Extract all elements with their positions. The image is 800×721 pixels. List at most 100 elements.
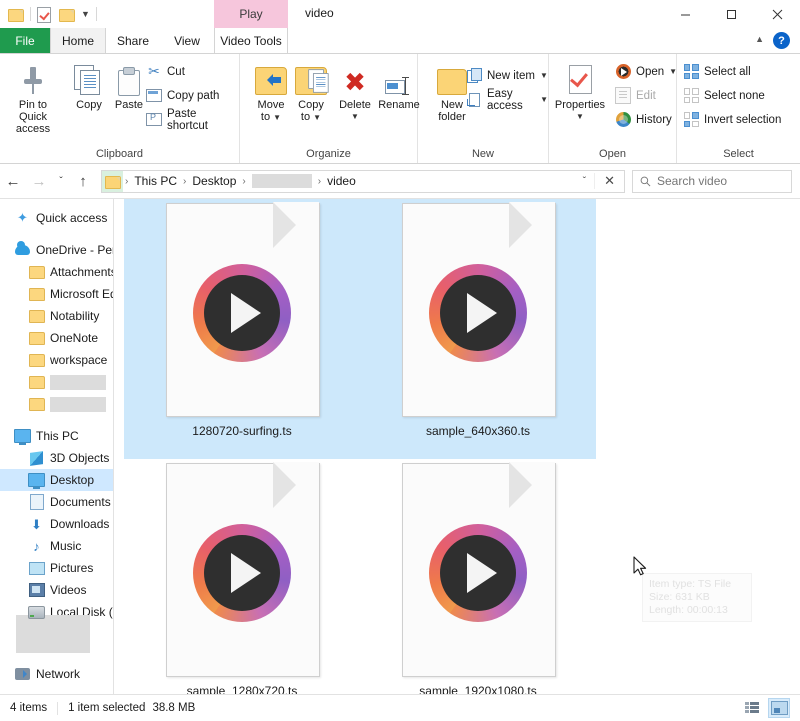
details-view-button[interactable]	[742, 698, 762, 716]
quick-access-toolbar: ▼	[8, 4, 97, 24]
tab-video-tools[interactable]: Video Tools	[214, 28, 288, 53]
new-item-button[interactable]: New item ▼	[466, 66, 548, 85]
paste-shortcut-icon	[146, 112, 162, 128]
sidebar-item-microsoft-edge[interactable]: Microsoft Ed	[0, 283, 113, 305]
open-caret-icon: ▼	[669, 67, 678, 76]
local-disk-icon	[28, 604, 45, 620]
file-item-sample-1280x720[interactable]: sample_1280x720.ts	[124, 459, 360, 717]
breadcrumb-desktop[interactable]: Desktop	[188, 171, 240, 192]
breadcrumb-separator-1: ›	[183, 175, 187, 187]
nav-spacer-1	[0, 229, 113, 239]
sidebar-label-3d-objects: 3D Objects	[50, 451, 110, 465]
easy-access-button[interactable]: Easy access ▼	[466, 87, 548, 112]
sidebar-item-this-pc[interactable]: This PC	[0, 425, 113, 447]
sidebar-item-music[interactable]: ♪ Music	[0, 535, 113, 557]
sidebar-item-redacted-2[interactable]	[0, 393, 113, 415]
tab-file[interactable]: File	[0, 28, 50, 53]
sidebar-item-workspace[interactable]: workspace	[0, 349, 113, 371]
breadcrumb-redacted[interactable]	[248, 171, 316, 192]
folder-icon	[28, 286, 45, 302]
properties-button[interactable]: Properties ▼	[551, 59, 609, 123]
properties-icon[interactable]	[37, 6, 53, 23]
new-folder-icon[interactable]	[59, 6, 75, 22]
sidebar-label-onenote: OneNote	[50, 331, 99, 345]
sidebar-item-network[interactable]: Network	[0, 663, 113, 685]
file-name: sample_640x360.ts	[425, 424, 531, 438]
easy-access-label: Easy access	[487, 87, 523, 112]
sidebar-item-pictures[interactable]: Pictures	[0, 557, 113, 579]
tab-share[interactable]: Share	[106, 28, 160, 53]
forward-button[interactable]: →	[26, 169, 52, 193]
history-button[interactable]: History	[615, 110, 672, 129]
maximize-button[interactable]	[708, 0, 754, 28]
sidebar-item-downloads[interactable]: ⬇ Downloads	[0, 513, 113, 535]
select-all-button[interactable]: Select all	[683, 62, 751, 81]
edit-button[interactable]: Edit	[615, 86, 656, 105]
up-button[interactable]: ↑	[70, 169, 96, 193]
select-none-button[interactable]: Select none	[683, 86, 765, 105]
sidebar-item-onenote[interactable]: OneNote	[0, 327, 113, 349]
sidebar-item-desktop[interactable]: Desktop	[0, 469, 113, 491]
sidebar-item-documents[interactable]: Documents	[0, 491, 113, 513]
breadcrumb-separator-3: ›	[317, 175, 322, 187]
search-input[interactable]: Search video	[632, 169, 792, 193]
breadcrumb[interactable]: › This PC › Desktop › › video ˇ ✕	[101, 169, 625, 193]
tab-video-tools-label: Video Tools	[220, 33, 282, 48]
sidebar-item-redacted-1[interactable]	[0, 371, 113, 393]
redacted-label	[50, 374, 106, 390]
copy-path-icon	[146, 88, 162, 104]
sidebar-item-3d-objects[interactable]: 3D Objects	[0, 447, 113, 469]
paste-shortcut-button[interactable]: Paste shortcut	[146, 108, 239, 132]
edit-icon	[615, 87, 631, 104]
contextual-tab-group-header: Play	[214, 0, 288, 28]
sidebar-item-attachments[interactable]: Attachments	[0, 261, 113, 283]
minimize-button[interactable]	[662, 0, 708, 28]
large-icons-view-button[interactable]	[768, 698, 790, 718]
sidebar-item-notability[interactable]: Notability	[0, 305, 113, 327]
easy-access-icon	[466, 92, 482, 108]
ribbon-group-open: Properties ▼ Open ▼ Edit History Open	[549, 54, 677, 163]
network-icon	[14, 666, 31, 682]
select-none-icon	[683, 88, 699, 104]
media-file-icon	[166, 462, 320, 677]
tab-view-label: View	[174, 33, 200, 48]
close-button[interactable]	[754, 0, 800, 28]
play-icon	[193, 524, 291, 623]
help-button[interactable]: ?	[773, 32, 790, 49]
file-item-sample-640x360[interactable]: sample_640x360.ts	[360, 199, 596, 459]
navigation-pane: ✦ Quick access OneDrive - Per Attachment…	[0, 199, 114, 717]
cloud-icon	[14, 241, 31, 258]
sidebar-item-quick-access[interactable]: ✦ Quick access	[0, 207, 113, 229]
group-label-open: Open	[599, 148, 626, 160]
pin-to-quick-access-button[interactable]: Pin to Quick access	[6, 59, 60, 135]
back-button[interactable]: ←	[0, 169, 26, 193]
window-controls	[662, 0, 800, 28]
invert-selection-button[interactable]: Invert selection	[683, 110, 781, 129]
tab-home[interactable]: Home	[50, 28, 106, 53]
cut-button[interactable]: ✂ Cut	[146, 62, 185, 81]
copy-path-button[interactable]: Copy path	[146, 86, 219, 105]
file-list-pane[interactable]: 1280720-surfing.ts sample_640x360.ts sam…	[114, 199, 800, 717]
sidebar-item-videos[interactable]: Videos	[0, 579, 113, 601]
sidebar-item-onedrive[interactable]: OneDrive - Per	[0, 239, 113, 261]
sidebar-label-music: Music	[50, 539, 82, 553]
stop-refresh-icon[interactable]: ✕	[594, 173, 624, 189]
customize-dropdown-icon[interactable]: ▼	[81, 9, 90, 19]
sidebar-label-microsoft-edge: Microsoft Ed	[50, 287, 114, 301]
new-folder-label-2: folder	[438, 111, 466, 123]
tab-view[interactable]: View	[160, 28, 214, 53]
breadcrumb-this-pc[interactable]: This PC	[130, 171, 181, 192]
file-item-1280720-surfing[interactable]: 1280720-surfing.ts	[124, 199, 360, 459]
chevron-down-icon[interactable]: ˇ	[575, 176, 594, 187]
title-bar: ▼ Play video	[0, 0, 800, 28]
sidebar-item-redacted-3[interactable]	[0, 615, 113, 653]
recent-locations-icon[interactable]: ˇ	[52, 169, 70, 193]
breadcrumb-separator-0: ›	[125, 175, 129, 187]
file-item-sample-1920x1080[interactable]: sample_1920x1080.ts	[360, 459, 596, 717]
file-grid: 1280720-surfing.ts sample_640x360.ts sam…	[124, 199, 800, 717]
folder-icon[interactable]	[8, 6, 24, 22]
collapse-ribbon-icon[interactable]: ▲	[755, 34, 764, 44]
select-all-label: Select all	[704, 65, 751, 78]
open-button[interactable]: Open ▼	[615, 62, 677, 81]
breadcrumb-video[interactable]: video	[323, 171, 360, 192]
